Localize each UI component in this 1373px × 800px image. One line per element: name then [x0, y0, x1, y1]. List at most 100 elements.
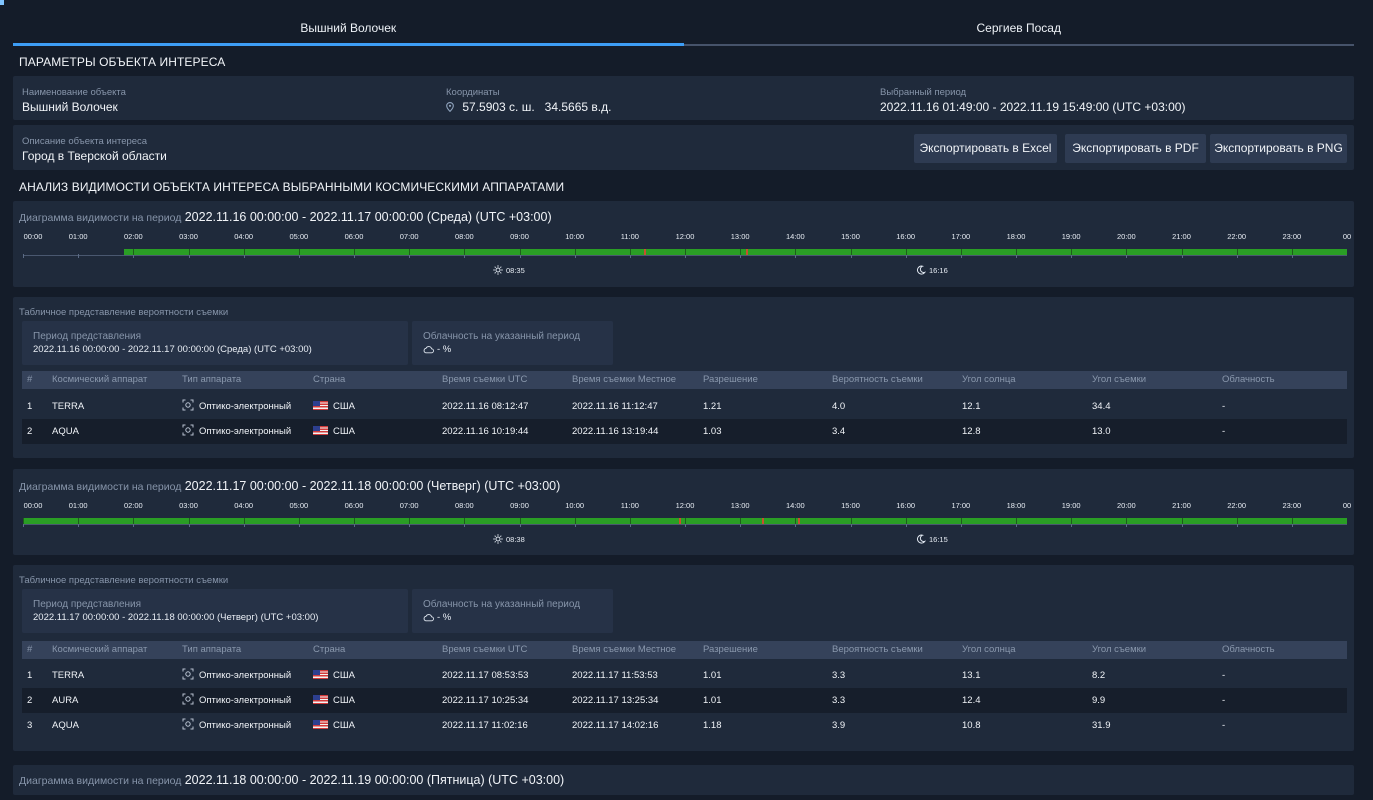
column-header: Облачность	[1222, 644, 1275, 655]
hour-divider	[574, 249, 576, 255]
hour-label: 23:00	[1282, 232, 1302, 241]
tab-vyshny-volochek[interactable]: Вышний Волочек	[13, 14, 684, 46]
table-row[interactable]: 3 AQUA Оптико-электронный США 2022.11.17 11:…	[22, 713, 1347, 738]
cloudiness-row: - %	[423, 612, 580, 623]
cell-text: -	[1222, 401, 1226, 412]
hour-divider	[960, 249, 962, 255]
table-cell: Оптико-электронный	[182, 419, 291, 444]
cell-text: 2022.11.16 11:12:47	[572, 401, 658, 412]
us-flag-icon	[313, 695, 328, 704]
hour-divider	[23, 518, 24, 524]
table-cell: 8.2	[1092, 663, 1105, 688]
hour-label: 17:00	[951, 232, 971, 241]
satellite-pass-mark	[643, 249, 646, 255]
chart-label: Диаграмма видимости на период	[19, 212, 182, 224]
hour-label: 17:00	[951, 501, 971, 510]
cell-text: 12.8	[962, 426, 981, 437]
us-flag-icon	[313, 720, 328, 729]
sunset-day2: 16:15	[916, 534, 948, 544]
table-cell: -	[1222, 394, 1225, 419]
export-pdf-button[interactable]: Экспортировать в PDF	[1065, 134, 1206, 163]
hour-label: 21:00	[1172, 501, 1191, 510]
cloudiness-label: Облачность на указанный период	[423, 331, 581, 342]
table-cell: TERRA	[52, 394, 84, 419]
hour-label: 15:00	[841, 232, 860, 241]
optical-sensor-icon	[182, 718, 194, 730]
table-cell: 2022.11.16 10:19:44	[442, 419, 528, 444]
cell-text: TERRA	[52, 401, 85, 412]
table-cell: 13.1	[962, 663, 981, 688]
cell-text: США	[333, 401, 355, 412]
table-cell: AQUA	[52, 713, 79, 738]
cell-text: 12.4	[962, 695, 981, 706]
cell-text: 4.0	[832, 401, 846, 412]
table-cell: 2	[27, 419, 32, 444]
cell-text: 2022.11.17 08:53:53	[442, 670, 529, 681]
table-cell: США	[313, 713, 355, 738]
hour-label: 08:00	[454, 501, 474, 510]
hour-divider	[298, 249, 300, 255]
hour-divider	[243, 249, 245, 255]
export-png-button[interactable]: Экспортировать в PNG	[1210, 134, 1347, 163]
column-header: Разрешение	[703, 374, 758, 385]
hour-label: 12:00	[675, 501, 695, 510]
column-header: Тип аппарата	[182, 644, 242, 655]
table-title-day1: Табличное представление вероятности съем…	[19, 307, 229, 318]
hour-divider	[795, 249, 797, 255]
cell-text: 1.01	[703, 670, 722, 681]
table-cell: 1	[27, 663, 32, 688]
hour-divider	[188, 249, 190, 255]
cell-text: Оптико-электронный	[199, 670, 292, 681]
coordinates-field: Координаты 57.5903 с. ш. 34.5665 в.д.	[446, 87, 611, 114]
us-flag-icon	[313, 670, 328, 679]
sunset-day1: 16:16	[916, 265, 948, 275]
column-header: Вероятность съемки	[832, 644, 923, 655]
hour-divider	[409, 249, 411, 255]
hour-label: 18:00	[1006, 232, 1026, 241]
hour-label: 06:00	[344, 501, 364, 510]
description-field: Описание объекта интереса Город в Тверск…	[22, 136, 167, 163]
hour-divider	[1181, 518, 1183, 524]
rep-period-label: Период представления	[33, 331, 142, 342]
sunrise-time: 08:38	[506, 535, 525, 544]
column-header: Космический аппарат	[52, 374, 148, 385]
table-row[interactable]: 1 TERRA Оптико-электронный США 2022.11.17 08…	[22, 663, 1347, 688]
cloudiness-value: - %	[437, 612, 452, 623]
table-row[interactable]: 2 AURA Оптико-электронный США 2022.11.17 10:…	[22, 688, 1347, 713]
table-cell: 9.9	[1092, 688, 1105, 713]
table-cell: -	[1222, 663, 1225, 688]
cloudiness-box-day2: Облачность на указанный период - %	[412, 589, 613, 633]
column-header: Угол солнца	[962, 644, 1016, 655]
hour-label: 05:00	[289, 501, 309, 510]
table-row[interactable]: 1 TERRA Оптико-электронный США 2022.11.16 08…	[22, 394, 1347, 419]
optical-sensor-icon	[182, 668, 194, 680]
cell-text: 2022.11.17 14:02:16	[572, 720, 659, 731]
cell-text: 2	[27, 426, 33, 437]
hour-label: 14:00	[785, 232, 805, 241]
table-cell: 1.03	[703, 419, 722, 444]
cloudiness-label: Облачность на указанный период	[423, 599, 581, 610]
chart-label: Диаграмма видимости на период	[19, 481, 182, 493]
export-excel-button[interactable]: Экспортировать в Excel	[914, 134, 1057, 163]
hour-label: 02:00	[123, 501, 143, 510]
cell-text: 13.0	[1092, 426, 1111, 437]
chart-title-day1: Диаграмма видимости на период 2022.11.16…	[19, 210, 552, 224]
hour-label: 22:00	[1227, 232, 1247, 241]
table-cell: 31.9	[1092, 713, 1111, 738]
sunset-time: 16:16	[929, 266, 948, 275]
hour-label: 19:00	[1061, 501, 1081, 510]
hour-divider	[574, 518, 576, 524]
hour-divider	[188, 518, 190, 524]
cell-text: 1.01	[703, 695, 722, 706]
tab-sergiev-posad[interactable]: Сергиев Посад	[683, 14, 1354, 46]
selected-period-field: Выбранный период 2022.11.16 01:49:00 - 2…	[880, 87, 1185, 114]
hour-label: 00	[1342, 501, 1352, 510]
rep-period-field: Период представления 2022.11.17 00:00:00…	[33, 599, 318, 623]
hour-label: 13:00	[730, 501, 750, 510]
table-row[interactable]: 2 AQUA Оптико-электронный США 2022.11.16 10:…	[22, 419, 1347, 444]
chart-period: 2022.11.17 00:00:00 - 2022.11.18 00:00:0…	[184, 479, 561, 493]
hour-divider	[1016, 249, 1017, 255]
hour-divider	[243, 518, 245, 524]
table-cell: США	[313, 688, 355, 713]
hour-divider	[629, 249, 631, 255]
